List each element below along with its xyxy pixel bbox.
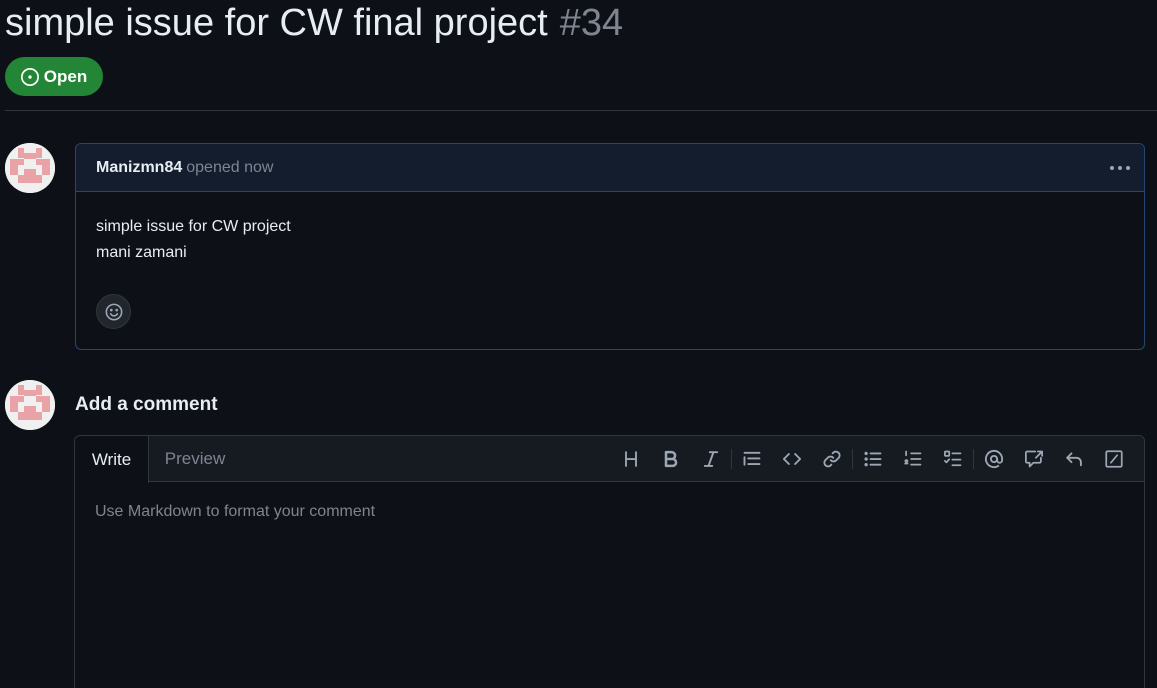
cross-reference-icon: [1025, 450, 1043, 468]
heading-icon: [625, 451, 637, 467]
ordered-list-button[interactable]: [893, 444, 933, 474]
current-user-avatar[interactable]: [5, 380, 55, 430]
quote-button[interactable]: [732, 444, 772, 474]
author-avatar[interactable]: [5, 143, 55, 193]
comment-body-line: simple issue for CW project: [96, 218, 291, 235]
tab-preview[interactable]: Preview: [149, 436, 241, 482]
issue-state-badge: Open: [5, 57, 103, 96]
tab-write[interactable]: Write: [75, 436, 149, 483]
issue-state-label: Open: [43, 66, 88, 86]
heading-button[interactable]: [611, 444, 651, 474]
issue-number: #34: [559, 2, 624, 44]
comment-body: simple issue for CW project mani zamani: [76, 192, 1144, 266]
italic-icon: [703, 451, 719, 467]
comment-textarea[interactable]: Use Markdown to format your comment: [75, 482, 1144, 688]
bold-button[interactable]: [651, 444, 691, 474]
issue-title: simple issue for CW final project: [5, 2, 548, 44]
ordered-list-icon: [904, 450, 922, 466]
cross-reference-button[interactable]: [1014, 444, 1054, 474]
issue-title-row: simple issue for CW final project #34: [5, 0, 623, 48]
saved-replies-button[interactable]: [1054, 444, 1094, 474]
mention-icon: [984, 449, 1004, 469]
italic-button[interactable]: [691, 444, 731, 474]
comment-editor: Write Preview Use Markdown to format you…: [74, 435, 1145, 688]
mention-button[interactable]: [974, 444, 1014, 474]
slash-commands-button[interactable]: [1094, 444, 1134, 474]
add-comment-heading: Add a comment: [75, 394, 218, 415]
bold-icon: [664, 450, 678, 468]
issue-opened-icon: [20, 67, 39, 86]
comment-timestamp[interactable]: opened now: [186, 159, 273, 177]
comment-header: Manizmn84 opened now: [76, 144, 1144, 192]
comment-body-line: mani zamani: [96, 244, 187, 261]
issue-page: simple issue for CW final project #34 Op…: [0, 0, 1157, 688]
add-reaction-button[interactable]: [96, 294, 131, 329]
link-button[interactable]: [812, 444, 852, 474]
smiley-icon: [105, 303, 122, 320]
quote-icon: [743, 451, 761, 466]
formatting-tools: [611, 436, 1134, 482]
issue-comment: Manizmn84 opened now simple issue for CW…: [75, 143, 1145, 350]
code-icon: [782, 453, 802, 465]
unordered-list-icon: [864, 451, 882, 467]
code-button[interactable]: [772, 444, 812, 474]
link-icon: [823, 450, 841, 468]
saved-replies-icon: [1066, 452, 1082, 467]
comment-author-link[interactable]: Manizmn84: [96, 159, 182, 177]
unordered-list-button[interactable]: [853, 444, 893, 474]
task-list-button[interactable]: [933, 444, 973, 474]
slash-commands-icon: [1105, 450, 1123, 468]
header-divider: [5, 110, 1157, 111]
task-list-icon: [944, 450, 962, 467]
kebab-horizontal-icon: [1110, 166, 1130, 170]
comment-options-button[interactable]: [1108, 156, 1132, 180]
editor-toolbar: Write Preview: [75, 436, 1144, 483]
